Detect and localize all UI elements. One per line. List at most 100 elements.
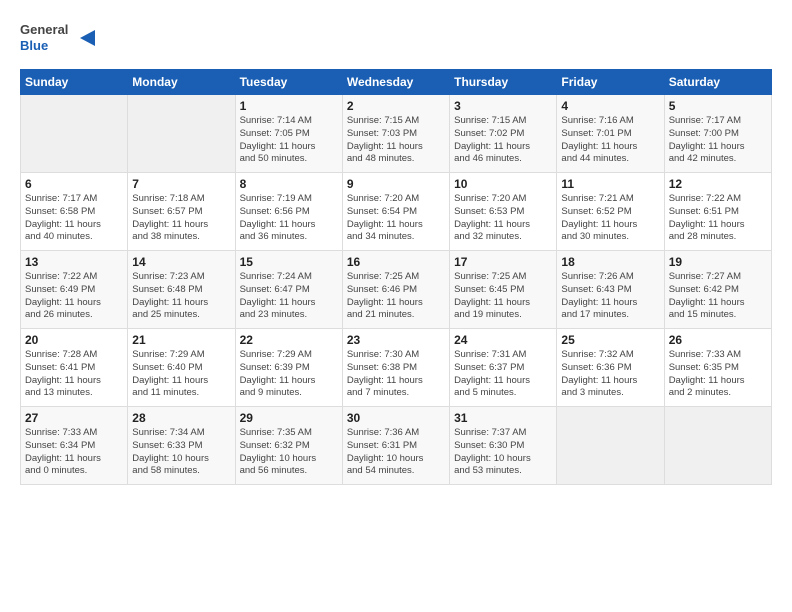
day-number: 18 <box>561 255 659 269</box>
day-number: 24 <box>454 333 552 347</box>
day-info: Sunrise: 7:37 AM Sunset: 6:30 PM Dayligh… <box>454 427 552 478</box>
day-number: 15 <box>240 255 338 269</box>
day-number: 22 <box>240 333 338 347</box>
day-info: Sunrise: 7:19 AM Sunset: 6:56 PM Dayligh… <box>240 193 338 244</box>
day-cell: 30 Sunrise: 7:36 AM Sunset: 6:31 PM Dayli… <box>342 407 449 485</box>
day-cell: 17 Sunrise: 7:25 AM Sunset: 6:45 PM Dayli… <box>450 251 557 329</box>
day-cell <box>21 95 128 173</box>
day-cell: 16Sunrise: 7:25 AM Sunset: 6:46 PM Dayli… <box>342 251 449 329</box>
day-cell <box>557 407 664 485</box>
day-info: Sunrise: 7:20 AM Sunset: 6:54 PM Dayligh… <box>347 193 445 244</box>
week-row-2: 6 Sunrise: 7:17 AM Sunset: 6:58 PM Daylig… <box>21 173 772 251</box>
day-info: Sunrise: 7:26 AM Sunset: 6:43 PM Dayligh… <box>561 271 659 322</box>
day-cell <box>128 95 235 173</box>
day-info: Sunrise: 7:23 AM Sunset: 6:48 PM Dayligh… <box>132 271 230 322</box>
col-header-tuesday: Tuesday <box>235 70 342 95</box>
day-cell: 24 Sunrise: 7:31 AM Sunset: 6:37 PM Dayli… <box>450 329 557 407</box>
day-cell: 11 Sunrise: 7:21 AM Sunset: 6:52 PM Dayli… <box>557 173 664 251</box>
day-number: 27 <box>25 411 123 425</box>
day-number: 7 <box>132 177 230 191</box>
day-info: Sunrise: 7:31 AM Sunset: 6:37 PM Dayligh… <box>454 349 552 400</box>
day-cell: 1 Sunrise: 7:14 AM Sunset: 7:05 PM Daylig… <box>235 95 342 173</box>
day-number: 31 <box>454 411 552 425</box>
week-row-4: 20 Sunrise: 7:28 AM Sunset: 6:41 PM Dayli… <box>21 329 772 407</box>
day-cell: 2 Sunrise: 7:15 AM Sunset: 7:03 PM Daylig… <box>342 95 449 173</box>
day-cell: 12 Sunrise: 7:22 AM Sunset: 6:51 PM Dayli… <box>664 173 771 251</box>
week-row-1: 1 Sunrise: 7:14 AM Sunset: 7:05 PM Daylig… <box>21 95 772 173</box>
day-info: Sunrise: 7:15 AM Sunset: 7:02 PM Dayligh… <box>454 115 552 166</box>
day-info: Sunrise: 7:33 AM Sunset: 6:34 PM Dayligh… <box>25 427 123 478</box>
day-info: Sunrise: 7:17 AM Sunset: 7:00 PM Dayligh… <box>669 115 767 166</box>
day-number: 1 <box>240 99 338 113</box>
day-info: Sunrise: 7:25 AM Sunset: 6:45 PM Dayligh… <box>454 271 552 322</box>
day-number: 13 <box>25 255 123 269</box>
day-info: Sunrise: 7:16 AM Sunset: 7:01 PM Dayligh… <box>561 115 659 166</box>
day-cell: 19Sunrise: 7:27 AM Sunset: 6:42 PM Dayli… <box>664 251 771 329</box>
day-info: Sunrise: 7:24 AM Sunset: 6:47 PM Dayligh… <box>240 271 338 322</box>
day-number: 6 <box>25 177 123 191</box>
day-info: Sunrise: 7:33 AM Sunset: 6:35 PM Dayligh… <box>669 349 767 400</box>
col-header-friday: Friday <box>557 70 664 95</box>
day-info: Sunrise: 7:17 AM Sunset: 6:58 PM Dayligh… <box>25 193 123 244</box>
day-info: Sunrise: 7:28 AM Sunset: 6:41 PM Dayligh… <box>25 349 123 400</box>
day-number: 28 <box>132 411 230 425</box>
day-cell: 6 Sunrise: 7:17 AM Sunset: 6:58 PM Daylig… <box>21 173 128 251</box>
day-info: Sunrise: 7:14 AM Sunset: 7:05 PM Dayligh… <box>240 115 338 166</box>
day-info: Sunrise: 7:25 AM Sunset: 6:46 PM Dayligh… <box>347 271 445 322</box>
day-number: 21 <box>132 333 230 347</box>
day-number: 5 <box>669 99 767 113</box>
calendar-page: General Blue SundayMondayTuesdayWednesda… <box>0 0 792 495</box>
day-cell: 10Sunrise: 7:20 AM Sunset: 6:53 PM Dayli… <box>450 173 557 251</box>
col-header-sunday: Sunday <box>21 70 128 95</box>
day-info: Sunrise: 7:32 AM Sunset: 6:36 PM Dayligh… <box>561 349 659 400</box>
day-cell: 4Sunrise: 7:16 AM Sunset: 7:01 PM Daylig… <box>557 95 664 173</box>
day-cell: 28 Sunrise: 7:34 AM Sunset: 6:33 PM Dayli… <box>128 407 235 485</box>
day-cell: 25Sunrise: 7:32 AM Sunset: 6:36 PM Dayli… <box>557 329 664 407</box>
day-cell <box>664 407 771 485</box>
header-area: General Blue <box>20 16 772 61</box>
day-info: Sunrise: 7:35 AM Sunset: 6:32 PM Dayligh… <box>240 427 338 478</box>
week-row-5: 27 Sunrise: 7:33 AM Sunset: 6:34 PM Dayli… <box>21 407 772 485</box>
day-number: 12 <box>669 177 767 191</box>
day-cell: 23Sunrise: 7:30 AM Sunset: 6:38 PM Dayli… <box>342 329 449 407</box>
col-header-thursday: Thursday <box>450 70 557 95</box>
day-info: Sunrise: 7:29 AM Sunset: 6:39 PM Dayligh… <box>240 349 338 400</box>
day-cell: 13Sunrise: 7:22 AM Sunset: 6:49 PM Dayli… <box>21 251 128 329</box>
col-header-saturday: Saturday <box>664 70 771 95</box>
col-header-monday: Monday <box>128 70 235 95</box>
day-cell: 18 Sunrise: 7:26 AM Sunset: 6:43 PM Dayli… <box>557 251 664 329</box>
day-number: 20 <box>25 333 123 347</box>
day-number: 29 <box>240 411 338 425</box>
day-number: 9 <box>347 177 445 191</box>
col-header-wednesday: Wednesday <box>342 70 449 95</box>
day-number: 3 <box>454 99 552 113</box>
day-cell: 14Sunrise: 7:23 AM Sunset: 6:48 PM Dayli… <box>128 251 235 329</box>
day-cell: 20 Sunrise: 7:28 AM Sunset: 6:41 PM Dayli… <box>21 329 128 407</box>
svg-text:Blue: Blue <box>20 38 48 53</box>
day-cell: 21Sunrise: 7:29 AM Sunset: 6:40 PM Dayli… <box>128 329 235 407</box>
svg-text:General: General <box>20 22 68 37</box>
day-cell: 31 Sunrise: 7:37 AM Sunset: 6:30 PM Dayli… <box>450 407 557 485</box>
day-number: 26 <box>669 333 767 347</box>
day-cell: 7Sunrise: 7:18 AM Sunset: 6:57 PM Daylig… <box>128 173 235 251</box>
day-info: Sunrise: 7:21 AM Sunset: 6:52 PM Dayligh… <box>561 193 659 244</box>
day-info: Sunrise: 7:34 AM Sunset: 6:33 PM Dayligh… <box>132 427 230 478</box>
logo-general-text: General Blue <box>20 16 100 61</box>
day-number: 11 <box>561 177 659 191</box>
day-number: 10 <box>454 177 552 191</box>
day-cell: 9 Sunrise: 7:20 AM Sunset: 6:54 PM Daylig… <box>342 173 449 251</box>
day-info: Sunrise: 7:22 AM Sunset: 6:51 PM Dayligh… <box>669 193 767 244</box>
day-info: Sunrise: 7:36 AM Sunset: 6:31 PM Dayligh… <box>347 427 445 478</box>
day-number: 19 <box>669 255 767 269</box>
logo: General Blue <box>20 16 100 61</box>
day-cell: 29 Sunrise: 7:35 AM Sunset: 6:32 PM Dayli… <box>235 407 342 485</box>
day-info: Sunrise: 7:15 AM Sunset: 7:03 PM Dayligh… <box>347 115 445 166</box>
week-row-3: 13Sunrise: 7:22 AM Sunset: 6:49 PM Dayli… <box>21 251 772 329</box>
header-row: SundayMondayTuesdayWednesdayThursdayFrid… <box>21 70 772 95</box>
day-number: 17 <box>454 255 552 269</box>
day-number: 2 <box>347 99 445 113</box>
day-number: 30 <box>347 411 445 425</box>
day-cell: 8Sunrise: 7:19 AM Sunset: 6:56 PM Daylig… <box>235 173 342 251</box>
day-cell: 26 Sunrise: 7:33 AM Sunset: 6:35 PM Dayli… <box>664 329 771 407</box>
day-cell: 15 Sunrise: 7:24 AM Sunset: 6:47 PM Dayli… <box>235 251 342 329</box>
